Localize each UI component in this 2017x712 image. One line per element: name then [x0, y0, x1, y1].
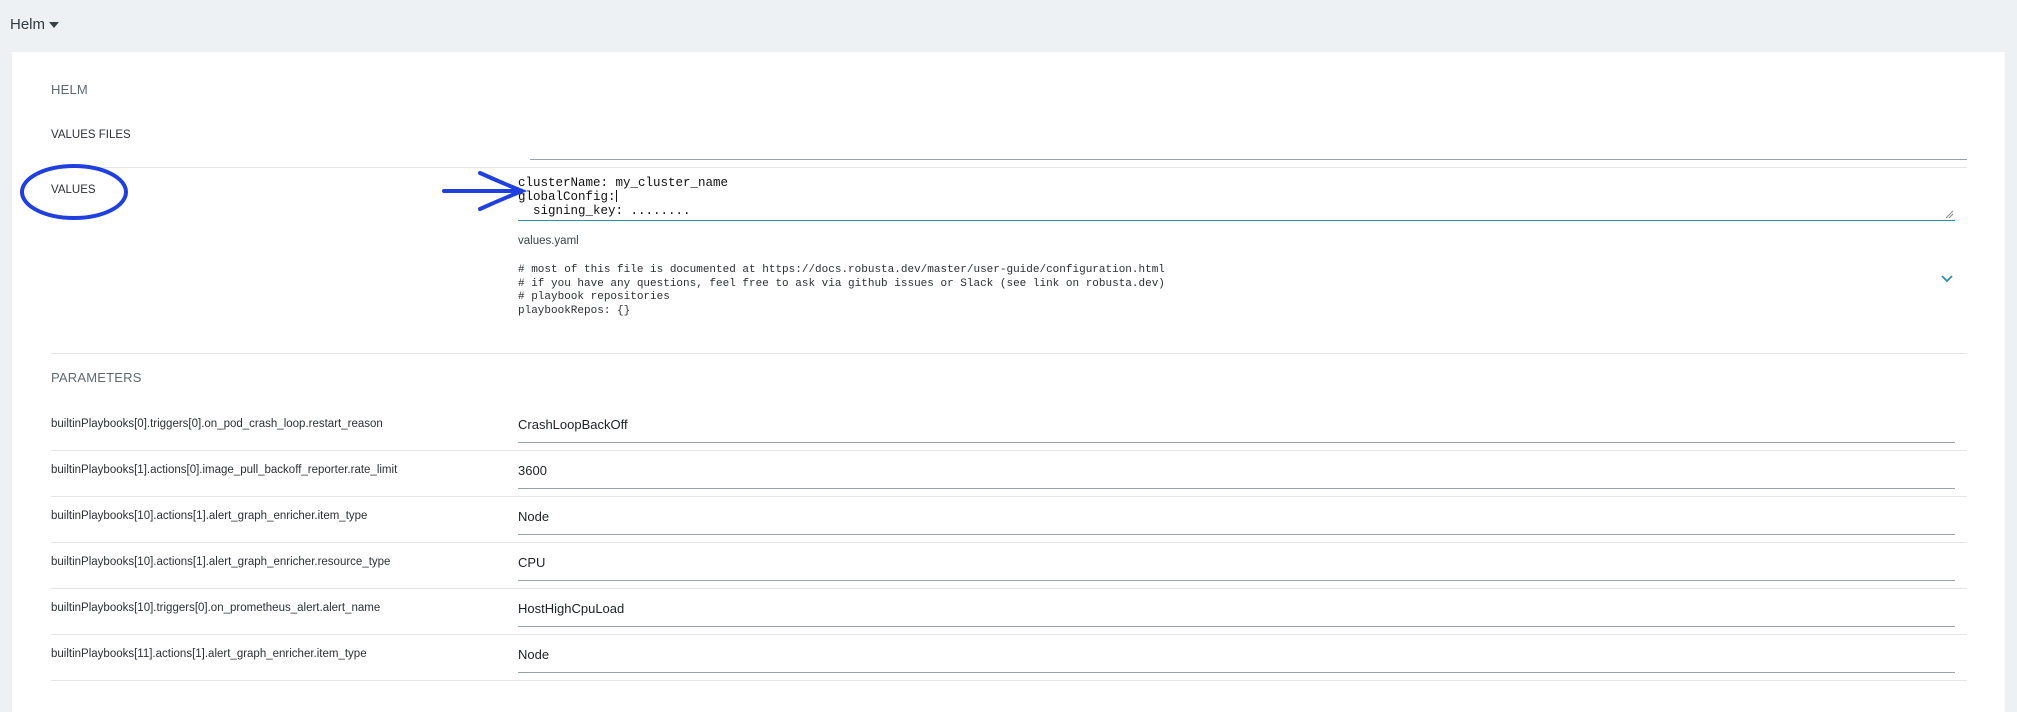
divider — [51, 167, 1967, 168]
resize-handle-icon[interactable] — [1945, 210, 1954, 219]
parameter-name: builtinPlaybooks[10].triggers[0].on_prom… — [51, 602, 381, 614]
parameter-value[interactable]: CrashLoopBackOff — [518, 417, 628, 432]
parameter-field-underline — [518, 626, 1955, 627]
values-yaml-preview: # most of this file is documented at htt… — [518, 264, 1918, 336]
divider — [51, 496, 1967, 497]
divider — [51, 542, 1967, 543]
parameter-name: builtinPlaybooks[0].triggers[0].on_pod_c… — [51, 418, 383, 430]
parameter-value[interactable]: 3600 — [518, 463, 547, 478]
yaml-line: # playbook repositories — [518, 291, 670, 303]
parameter-value[interactable]: Node — [518, 647, 549, 662]
helm-dropdown-label: Helm — [10, 16, 46, 33]
helm-section-title: HELM — [51, 82, 88, 97]
values-label: VALUES — [51, 184, 96, 196]
parameter-field-underline — [518, 672, 1955, 673]
chevron-down-icon[interactable] — [1940, 274, 1954, 284]
divider — [51, 353, 1967, 354]
parameter-field-underline — [518, 580, 1955, 581]
text-cursor — [615, 190, 617, 202]
values-files-field[interactable] — [530, 159, 1967, 160]
parameter-value[interactable]: CPU — [518, 555, 545, 570]
parameter-name: builtinPlaybooks[10].actions[1].alert_gr… — [51, 556, 391, 568]
parameters-section-title: PARAMETERS — [51, 370, 142, 385]
parameter-field-underline — [518, 488, 1955, 489]
parameter-field-underline — [518, 442, 1955, 443]
parameter-value[interactable]: Node — [518, 509, 549, 524]
parameter-name: builtinPlaybooks[1].actions[0].image_pul… — [51, 464, 398, 476]
parameter-name: builtinPlaybooks[10].actions[1].alert_gr… — [51, 510, 368, 522]
parameter-value[interactable]: HostHighCpuLoad — [518, 601, 624, 616]
values-yaml-title: values.yaml — [518, 235, 579, 247]
divider — [51, 450, 1967, 451]
values-line: signing_key: ........ — [518, 204, 691, 218]
helm-card: HELM VALUES FILES VALUES clusterName: my… — [12, 52, 2005, 712]
values-line: clusterName: my_cluster_name — [518, 176, 729, 190]
divider — [51, 634, 1967, 635]
divider — [51, 680, 1967, 681]
helm-dropdown[interactable]: Helm — [10, 16, 60, 33]
values-files-label: VALUES FILES — [51, 129, 131, 141]
parameter-field-underline — [518, 534, 1955, 535]
values-textarea[interactable]: clusterName: my_cluster_name globalConfi… — [518, 176, 1955, 221]
divider — [51, 588, 1967, 589]
parameter-name: builtinPlaybooks[11].actions[1].alert_gr… — [51, 648, 367, 660]
yaml-line: # most of this file is documented at htt… — [518, 264, 1165, 276]
yaml-line: # if you have any questions, feel free t… — [518, 277, 1165, 290]
caret-down-icon — [49, 22, 60, 28]
yaml-line: playbookRepos: {} — [518, 304, 631, 317]
values-line: globalConfig: — [518, 190, 616, 204]
